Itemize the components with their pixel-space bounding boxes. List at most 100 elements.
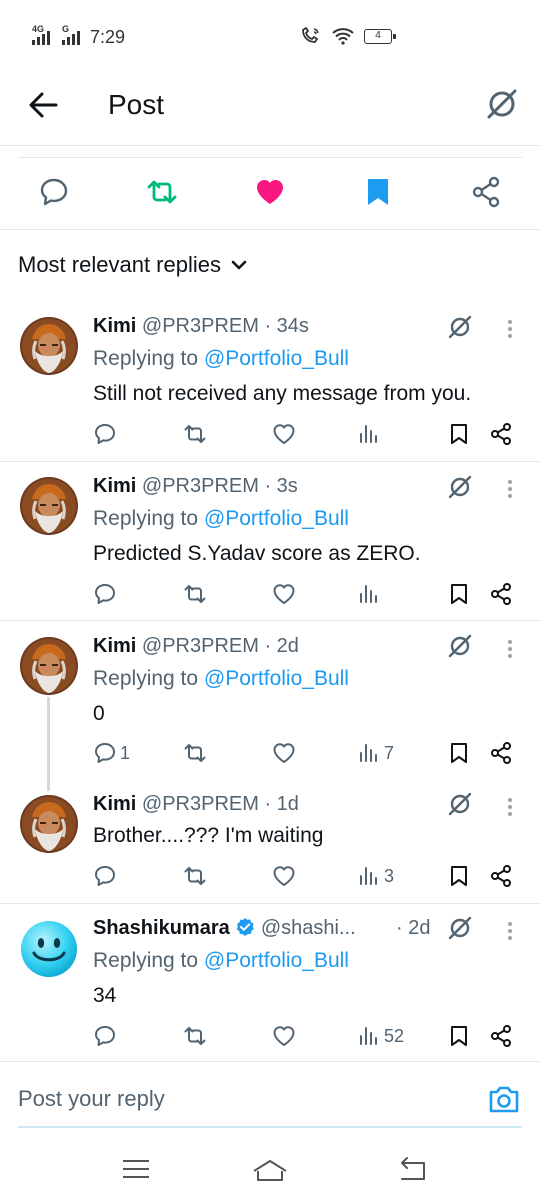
reply-meta: Shashikumara @shashi... bbox=[93, 917, 356, 940]
author-handle: @shashi... bbox=[260, 917, 356, 939]
sort-label: Most relevant replies bbox=[18, 252, 221, 277]
reply-actions bbox=[0, 581, 540, 611]
repost-icon bbox=[183, 741, 207, 765]
smiley-avatar[interactable] bbox=[20, 920, 78, 978]
author-name[interactable]: Shashikumara bbox=[93, 917, 230, 939]
signal-icon-2: G bbox=[62, 24, 80, 45]
share-icon bbox=[489, 582, 513, 606]
author-name[interactable]: Kimi bbox=[93, 315, 136, 337]
share-button[interactable] bbox=[489, 863, 513, 889]
wifi-icon bbox=[332, 28, 354, 45]
composer-underline bbox=[18, 1126, 522, 1128]
home-icon[interactable] bbox=[252, 1154, 288, 1184]
more-options-icon[interactable] bbox=[503, 795, 517, 821]
bookmark-icon[interactable] bbox=[362, 176, 394, 208]
views-button[interactable] bbox=[357, 581, 384, 607]
reply-text: 34 bbox=[93, 984, 117, 1007]
reply-input[interactable]: Post your reply bbox=[18, 1086, 165, 1112]
bookmark-button[interactable] bbox=[447, 863, 471, 889]
camera-icon[interactable] bbox=[488, 1084, 520, 1114]
views-button[interactable]: 52 bbox=[357, 1023, 404, 1049]
more-options-icon[interactable] bbox=[503, 919, 517, 945]
views-bar-icon bbox=[357, 1024, 381, 1048]
replying-prefix: Replying to bbox=[93, 347, 204, 370]
like-button[interactable] bbox=[272, 581, 296, 607]
arrow-left-icon[interactable] bbox=[26, 88, 60, 122]
heart-icon[interactable] bbox=[254, 176, 286, 208]
repost-button[interactable] bbox=[183, 863, 207, 889]
share-button[interactable] bbox=[489, 1023, 513, 1049]
reply-item[interactable]: Kimi @PR3PREM · 1d Brother....??? I'm wa… bbox=[0, 781, 540, 903]
share-button[interactable] bbox=[489, 421, 513, 447]
post-time: · 2d bbox=[258, 635, 299, 657]
bookmark-button[interactable] bbox=[447, 581, 471, 607]
more-options-icon[interactable] bbox=[503, 477, 517, 503]
share-icon bbox=[489, 1024, 513, 1048]
views-button[interactable]: 7 bbox=[357, 740, 394, 766]
author-name[interactable]: Kimi bbox=[93, 793, 136, 815]
heart-icon bbox=[272, 582, 296, 606]
reply-item[interactable]: Shashikumara @shashi... · 2d Replying to… bbox=[0, 904, 540, 1060]
grok-icon[interactable] bbox=[484, 86, 520, 122]
reply-actions: 3 bbox=[0, 863, 540, 893]
reply-button[interactable]: 1 bbox=[93, 740, 130, 766]
grok-icon[interactable] bbox=[447, 791, 473, 817]
speech-bubble-icon bbox=[93, 741, 117, 765]
mention-link[interactable]: @Portfolio_Bull bbox=[204, 507, 349, 530]
mention-link[interactable]: @Portfolio_Bull bbox=[204, 667, 349, 690]
repost-button[interactable] bbox=[183, 581, 207, 607]
speech-bubble-icon[interactable] bbox=[38, 176, 70, 208]
mention-link[interactable]: @Portfolio_Bull bbox=[204, 949, 349, 972]
reply-item[interactable]: Kimi @PR3PREM · 2d Replying to @Portfoli… bbox=[0, 621, 540, 781]
repost-icon[interactable] bbox=[146, 176, 178, 208]
reply-composer[interactable]: Post your reply bbox=[0, 1062, 540, 1128]
avatar[interactable] bbox=[20, 317, 78, 375]
share-button[interactable] bbox=[489, 740, 513, 766]
author-name[interactable]: Kimi bbox=[93, 635, 136, 657]
menu-icon[interactable] bbox=[118, 1154, 154, 1184]
mention-link[interactable]: @Portfolio_Bull bbox=[204, 347, 349, 370]
views-button[interactable]: 3 bbox=[357, 863, 394, 889]
like-button[interactable] bbox=[272, 740, 296, 766]
speech-bubble-icon bbox=[93, 582, 117, 606]
views-button[interactable] bbox=[357, 421, 384, 447]
share-button[interactable] bbox=[489, 581, 513, 607]
avatar[interactable] bbox=[20, 637, 78, 695]
repost-button[interactable] bbox=[183, 740, 207, 766]
replying-prefix: Replying to bbox=[93, 507, 204, 530]
bookmark-button[interactable] bbox=[447, 740, 471, 766]
sort-selector[interactable]: Most relevant replies bbox=[18, 252, 247, 278]
reply-text: Predicted S.Yadav score as ZERO. bbox=[93, 542, 421, 565]
reply-button[interactable] bbox=[93, 421, 120, 447]
replying-to: Replying to @Portfolio_Bull bbox=[93, 667, 349, 691]
reply-item[interactable]: Kimi @PR3PREM · 3s Replying to @Portfoli… bbox=[0, 462, 540, 620]
grok-icon[interactable] bbox=[447, 314, 473, 340]
author-handle: @PR3PREM bbox=[141, 635, 259, 657]
author-name[interactable]: Kimi bbox=[93, 475, 136, 497]
like-button[interactable] bbox=[272, 421, 296, 447]
author-handle: @PR3PREM bbox=[141, 475, 259, 497]
grok-icon[interactable] bbox=[447, 474, 473, 500]
like-button[interactable] bbox=[272, 1023, 296, 1049]
grok-icon[interactable] bbox=[447, 633, 473, 659]
bookmark-button[interactable] bbox=[447, 1023, 471, 1049]
sort-divider bbox=[0, 229, 540, 230]
status-bar: 4G G 7:29 4 bbox=[0, 0, 540, 72]
more-options-icon[interactable] bbox=[503, 317, 517, 343]
repost-button[interactable] bbox=[183, 1023, 207, 1049]
like-button[interactable] bbox=[272, 863, 296, 889]
bookmark-button[interactable] bbox=[447, 421, 471, 447]
share-icon[interactable] bbox=[470, 176, 502, 208]
avatar[interactable] bbox=[20, 795, 78, 853]
repost-button[interactable] bbox=[183, 421, 207, 447]
reply-button[interactable] bbox=[93, 581, 120, 607]
back-nav-icon[interactable] bbox=[394, 1154, 430, 1184]
grok-icon[interactable] bbox=[447, 915, 473, 941]
reply-item[interactable]: Kimi @PR3PREM · 34s Replying to @Portfol… bbox=[0, 300, 540, 461]
more-options-icon[interactable] bbox=[503, 637, 517, 663]
reply-button[interactable] bbox=[93, 1023, 120, 1049]
views-bar-icon bbox=[357, 422, 381, 446]
wifi-call-icon bbox=[302, 26, 319, 43]
reply-button[interactable] bbox=[93, 863, 120, 889]
avatar[interactable] bbox=[20, 477, 78, 535]
